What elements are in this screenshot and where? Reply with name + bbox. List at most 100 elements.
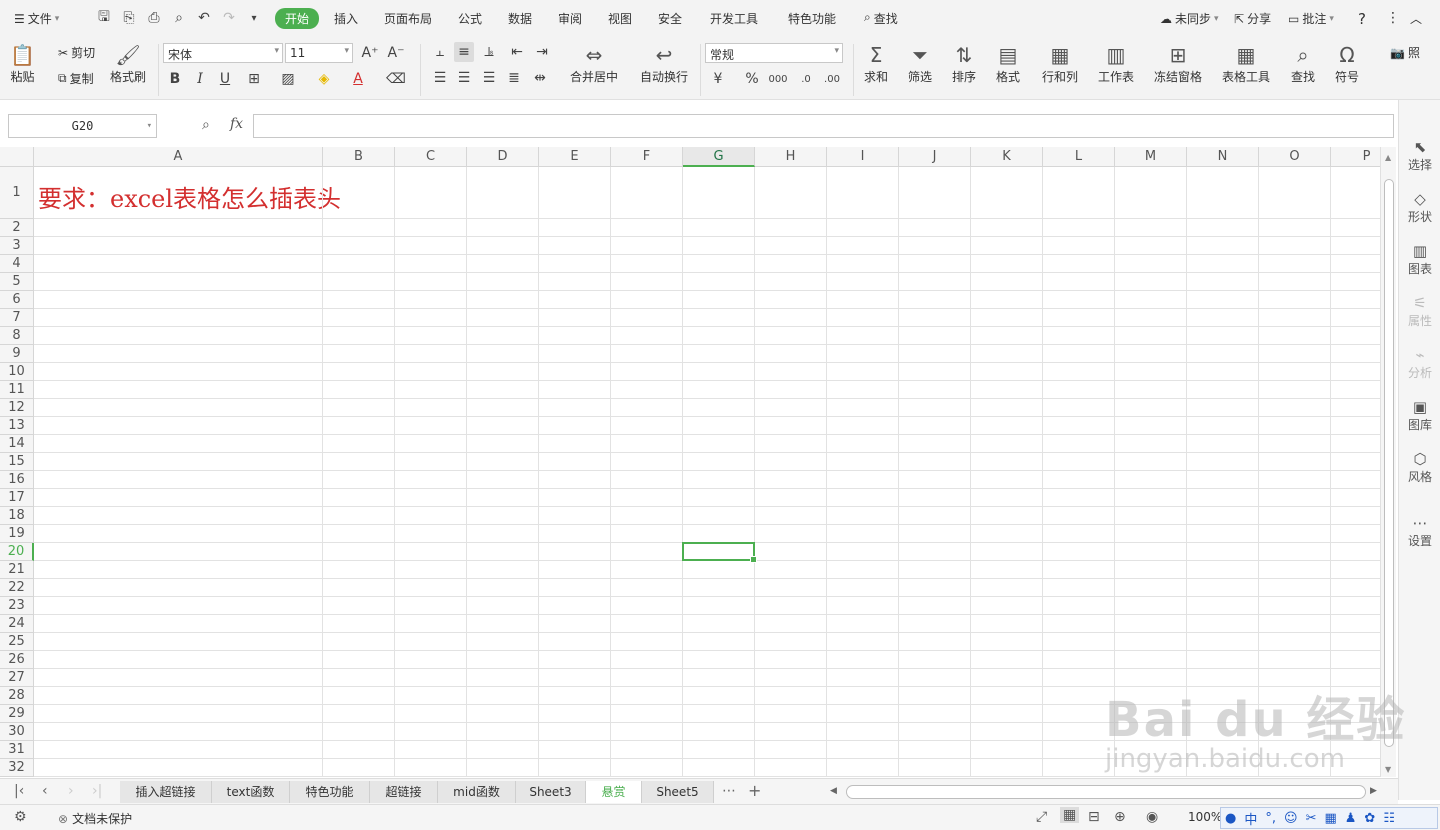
- sheet-tab-3[interactable]: 特色功能: [290, 781, 370, 803]
- row-header-6[interactable]: 6: [0, 291, 34, 309]
- copy-button[interactable]: ⧉ 复制: [58, 70, 94, 87]
- row-header-2[interactable]: 2: [0, 219, 34, 237]
- name-box[interactable]: G20: [8, 114, 157, 138]
- select-all-corner[interactable]: [0, 147, 34, 167]
- column-header-c[interactable]: C: [395, 147, 467, 167]
- zoom-formula-icon[interactable]: ⌕: [202, 117, 210, 133]
- row-header-25[interactable]: 25: [0, 633, 34, 651]
- border-icon[interactable]: ⊞: [244, 69, 264, 89]
- sidebar-item-shape[interactable]: ◇ 形状: [1399, 190, 1440, 225]
- last-sheet-icon[interactable]: ›|: [92, 783, 102, 799]
- row-header-4[interactable]: 4: [0, 255, 34, 273]
- row-header-19[interactable]: 19: [0, 525, 34, 543]
- save-icon[interactable]: 🖫: [95, 9, 113, 27]
- row-header-23[interactable]: 23: [0, 597, 34, 615]
- percent-icon[interactable]: %: [742, 69, 762, 89]
- font-color-icon[interactable]: A: [348, 69, 368, 89]
- align-left-icon[interactable]: ☰: [430, 68, 450, 88]
- sheet-tab-5[interactable]: mid函数: [438, 781, 516, 803]
- tab-insert[interactable]: 插入: [334, 10, 358, 27]
- find-button[interactable]: ⌕ 查找: [1291, 42, 1315, 85]
- bold-icon[interactable]: B: [165, 69, 185, 89]
- row-header-26[interactable]: 26: [0, 651, 34, 669]
- fill-color-icon[interactable]: ◈: [314, 69, 334, 89]
- zoom-level[interactable]: 100%: [1188, 810, 1222, 824]
- protect-status[interactable]: ⊗ 文档未保护: [58, 810, 132, 827]
- italic-icon[interactable]: I: [190, 69, 210, 89]
- tab-developer[interactable]: 开发工具: [710, 10, 758, 27]
- comment-button[interactable]: ▭ 批注 ▾: [1288, 10, 1334, 27]
- page-break-view-icon[interactable]: ⊟: [1088, 809, 1100, 825]
- formula-input[interactable]: [253, 114, 1394, 138]
- sheet-tab-8[interactable]: Sheet5: [642, 781, 714, 803]
- row-header-15[interactable]: 15: [0, 453, 34, 471]
- help-button[interactable]: ?: [1358, 10, 1366, 28]
- tab-review[interactable]: 审阅: [558, 10, 582, 27]
- column-header-k[interactable]: K: [971, 147, 1043, 167]
- sidebar-item-analysis[interactable]: ⌁ 分析: [1399, 346, 1440, 381]
- first-sheet-icon[interactable]: |‹: [14, 783, 24, 799]
- ime-toolbar[interactable]: ● 中 °, ☺ ✂ ▦ ♟ ✿ ☷: [1220, 807, 1438, 829]
- more-icon[interactable]: ⋮: [1386, 10, 1400, 26]
- scroll-thumb[interactable]: [1384, 179, 1394, 747]
- symbol-button[interactable]: Ω 符号: [1335, 42, 1359, 85]
- row-header-32[interactable]: 32: [0, 759, 34, 777]
- normal-view-icon[interactable]: ▦: [1060, 807, 1080, 823]
- share-button[interactable]: ⇱ 分享: [1234, 10, 1271, 27]
- cut-button[interactable]: ✂ 剪切: [58, 44, 95, 61]
- thousands-icon[interactable]: 000: [768, 69, 788, 89]
- column-header-n[interactable]: N: [1187, 147, 1259, 167]
- row-header-20[interactable]: 20: [0, 543, 34, 561]
- row-header-9[interactable]: 9: [0, 345, 34, 363]
- tab-home[interactable]: 开始: [275, 8, 320, 29]
- align-center-icon[interactable]: ☰: [454, 68, 474, 88]
- row-header-13[interactable]: 13: [0, 417, 34, 435]
- tab-view[interactable]: 视图: [608, 10, 632, 27]
- row-header-16[interactable]: 16: [0, 471, 34, 489]
- row-header-24[interactable]: 24: [0, 615, 34, 633]
- eye-protection-icon[interactable]: ◉: [1146, 809, 1158, 825]
- tab-features[interactable]: 特色功能: [788, 10, 836, 27]
- column-header-p[interactable]: P: [1331, 147, 1380, 167]
- eraser-icon[interactable]: ⌫: [386, 69, 406, 89]
- indent-decrease-icon[interactable]: ⇤: [507, 42, 527, 62]
- paste-button[interactable]: 📋 粘贴: [10, 42, 35, 85]
- sum-button[interactable]: Σ 求和: [864, 42, 888, 85]
- row-header-12[interactable]: 12: [0, 399, 34, 417]
- active-cell-selection[interactable]: [682, 542, 757, 563]
- export-icon[interactable]: ⎘: [120, 9, 138, 27]
- column-header-o[interactable]: O: [1259, 147, 1331, 167]
- tab-security[interactable]: 安全: [658, 10, 682, 27]
- fx-icon[interactable]: fx: [230, 116, 243, 132]
- more-quick-access-icon[interactable]: ▾: [245, 9, 263, 27]
- redo-icon[interactable]: ↷: [220, 9, 238, 27]
- table-tools-button[interactable]: ▦ 表格工具: [1222, 42, 1270, 85]
- column-header-g[interactable]: G: [683, 147, 755, 167]
- justify-icon[interactable]: ≣: [504, 68, 524, 88]
- print-icon[interactable]: ⎙: [145, 9, 163, 27]
- tab-page-layout[interactable]: 页面布局: [384, 10, 432, 27]
- fill-pattern-icon[interactable]: ▨: [278, 69, 298, 89]
- align-middle-icon[interactable]: ≡: [454, 42, 474, 62]
- column-header-i[interactable]: I: [827, 147, 899, 167]
- row-col-button[interactable]: ▦ 行和列: [1042, 42, 1078, 85]
- sheet-tab-2[interactable]: text函数: [212, 781, 290, 803]
- page-layout-view-icon[interactable]: ⊕: [1114, 809, 1126, 825]
- scroll-right-icon[interactable]: ▶: [1370, 786, 1377, 796]
- scroll-left-icon[interactable]: ◀: [830, 786, 837, 796]
- sheet-tab-4[interactable]: 超链接: [370, 781, 438, 803]
- decrease-decimal-icon[interactable]: .00: [822, 69, 842, 89]
- underline-icon[interactable]: U: [215, 69, 235, 89]
- column-header-j[interactable]: J: [899, 147, 971, 167]
- search-command[interactable]: ⌕ 查找: [864, 10, 898, 27]
- sidebar-item-style[interactable]: ⬡ 风格: [1399, 450, 1440, 485]
- row-header-8[interactable]: 8: [0, 327, 34, 345]
- next-sheet-icon[interactable]: ›: [68, 783, 74, 799]
- freeze-panes-button[interactable]: ⊞ 冻结窗格: [1154, 42, 1202, 85]
- column-header-e[interactable]: E: [539, 147, 611, 167]
- row-header-1[interactable]: 1: [0, 167, 34, 219]
- file-menu[interactable]: ☰ 文件 ▾: [14, 10, 59, 27]
- more-sheets-icon[interactable]: ⋯: [722, 783, 736, 799]
- sidebar-item-select[interactable]: ⬉ 选择: [1399, 138, 1440, 173]
- sheet-tab-7[interactable]: 悬赏: [586, 781, 642, 803]
